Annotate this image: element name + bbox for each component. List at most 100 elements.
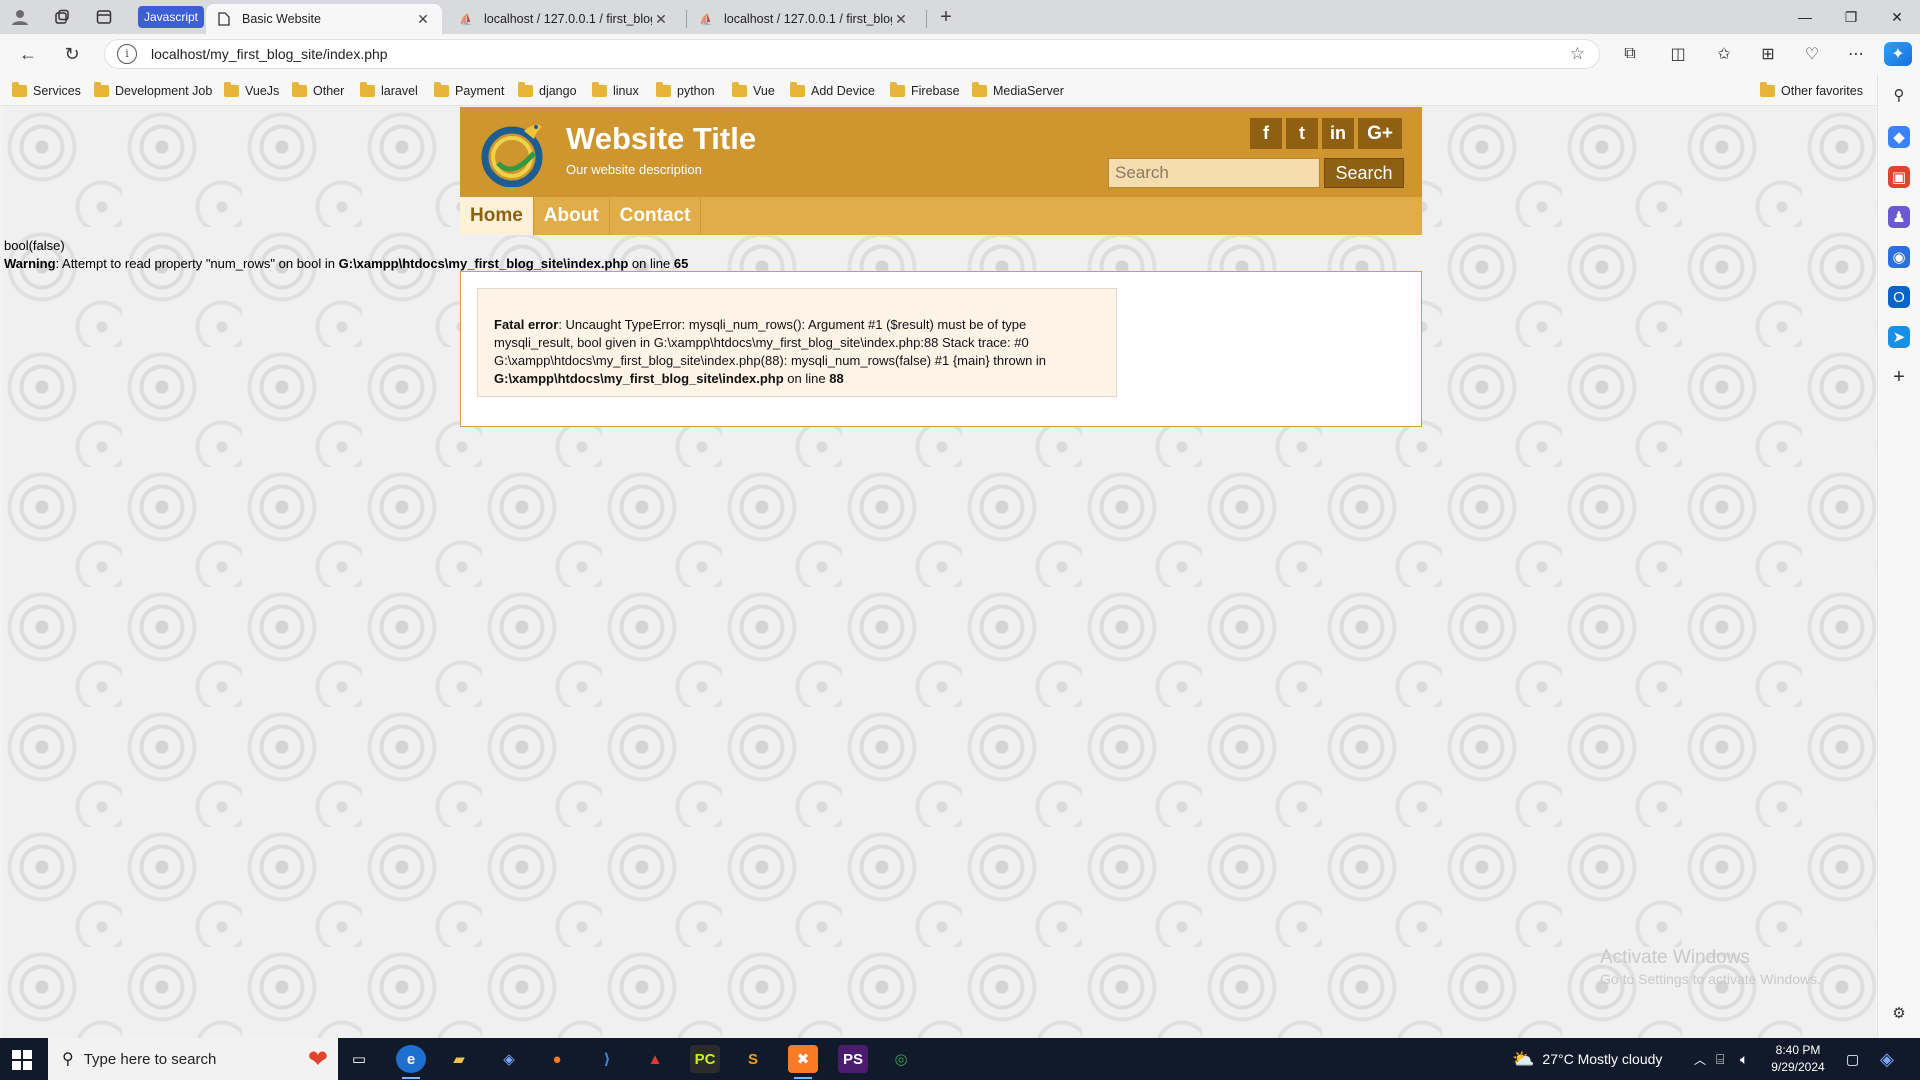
- bookmark-laravel[interactable]: laravel: [360, 82, 418, 100]
- weather-widget[interactable]: ⛅ 27°C Mostly cloudy: [1512, 1038, 1662, 1080]
- weather-text: 27°C Mostly cloudy: [1542, 1051, 1663, 1067]
- activate-windows-watermark: Activate Windows Go to Settings to activ…: [1600, 947, 1821, 987]
- collections-icon[interactable]: ⊞: [1754, 42, 1782, 66]
- tray-overflow-icon[interactable]: ︿: [1694, 1038, 1706, 1080]
- bookmark-vuejs[interactable]: VueJs: [224, 82, 279, 100]
- bookmarks-bar: Services Development Job VueJs Other lar…: [0, 74, 1920, 106]
- warning-line: 65: [673, 256, 689, 271]
- page-icon: [216, 11, 232, 27]
- nav-contact[interactable]: Contact: [610, 197, 702, 235]
- twitter-icon[interactable]: t: [1286, 118, 1318, 149]
- close-window-icon[interactable]: ✕: [1874, 0, 1920, 34]
- folder-icon: [890, 82, 905, 97]
- games-icon[interactable]: ♟: [1888, 206, 1910, 228]
- tab-actions-icon[interactable]: [92, 6, 116, 28]
- bookmark-services[interactable]: Services: [12, 82, 81, 100]
- bookmark-python[interactable]: python: [656, 82, 715, 100]
- bookmark-other[interactable]: Other: [292, 82, 344, 100]
- restore-icon[interactable]: ❐: [1828, 0, 1874, 34]
- php-output: bool(false) Warning: Attempt to read pro…: [4, 237, 688, 273]
- folder-icon: [12, 82, 27, 97]
- volume-icon[interactable]: 🔈︎: [1740, 1038, 1748, 1080]
- sidebar-settings-icon[interactable]: ⚙: [1888, 1002, 1910, 1024]
- sublime-icon[interactable]: S: [738, 1045, 768, 1073]
- edge-taskbar-icon[interactable]: e: [396, 1045, 426, 1079]
- split-screen-icon[interactable]: ◫: [1664, 42, 1692, 66]
- sidebar-search-icon[interactable]: ⚲: [1888, 84, 1910, 106]
- close-tab-icon[interactable]: ✕: [892, 11, 910, 28]
- tab-group-label[interactable]: Javascript: [138, 6, 205, 28]
- bookmark-vue[interactable]: Vue: [732, 82, 775, 100]
- profile-icon[interactable]: [8, 6, 32, 28]
- more-menu-icon[interactable]: ⋯: [1842, 42, 1870, 66]
- xampp-icon[interactable]: ✖: [788, 1045, 818, 1079]
- site-search-button[interactable]: Search: [1324, 158, 1404, 188]
- back-icon[interactable]: ←: [14, 42, 42, 66]
- vscode-icon[interactable]: ⟩: [592, 1045, 622, 1073]
- refresh-icon[interactable]: ↻: [58, 42, 86, 66]
- acrobat-icon[interactable]: ▲: [640, 1045, 670, 1073]
- browser-essentials-icon[interactable]: ♡: [1798, 42, 1826, 66]
- network-icon[interactable]: ⌸: [1716, 1038, 1724, 1080]
- close-tab-icon[interactable]: ✕: [652, 11, 670, 28]
- bookmark-django[interactable]: django: [518, 82, 577, 100]
- tools-icon[interactable]: ▣: [1888, 166, 1910, 188]
- send-icon[interactable]: ➤: [1888, 326, 1910, 348]
- file-explorer-icon[interactable]: ▰: [444, 1045, 474, 1073]
- close-tab-icon[interactable]: ✕: [414, 11, 432, 28]
- copilot-tray-icon[interactable]: ◈: [1880, 1038, 1894, 1080]
- nav-about[interactable]: About: [534, 197, 610, 235]
- favorite-star-icon[interactable]: ☆: [1570, 44, 1585, 64]
- shopping-tag-icon[interactable]: ◆: [1888, 126, 1910, 148]
- copilot-app-icon[interactable]: ◈: [494, 1045, 524, 1073]
- extensions-icon[interactable]: ⧉: [1616, 42, 1644, 66]
- nav-home[interactable]: Home: [460, 197, 534, 235]
- phpmyadmin-icon: ⛵: [459, 13, 473, 26]
- tab-phpmyadmin-2[interactable]: ⛵ localhost / 127.0.0.1 / first_blog_s ✕: [688, 4, 920, 34]
- tab-basic-website[interactable]: Basic Website ✕: [206, 4, 442, 34]
- firefox-icon[interactable]: ●: [542, 1045, 572, 1073]
- outlook-icon[interactable]: O: [1888, 286, 1910, 308]
- url-text[interactable]: localhost/my_first_blog_site/index.php: [151, 46, 388, 62]
- phpstorm-icon[interactable]: PS: [838, 1045, 868, 1073]
- taskbar-search[interactable]: ⚲ Type here to search ❤: [48, 1038, 338, 1080]
- linkedin-icon[interactable]: in: [1322, 118, 1354, 149]
- site-info-icon[interactable]: i: [117, 44, 137, 64]
- workspaces-icon[interactable]: [50, 6, 74, 28]
- folder-icon: [360, 82, 375, 97]
- search-icon: ⚲: [62, 1051, 74, 1068]
- new-tab-icon[interactable]: +: [934, 6, 958, 28]
- minimize-icon[interactable]: —: [1782, 0, 1828, 34]
- bookmark-mediaserver[interactable]: MediaServer: [972, 82, 1064, 100]
- task-view-icon[interactable]: ▭: [344, 1045, 374, 1073]
- notifications-icon[interactable]: ▢: [1846, 1038, 1859, 1080]
- add-sidebar-app-icon[interactable]: +: [1888, 366, 1910, 388]
- site-search-input[interactable]: Search: [1108, 158, 1320, 188]
- google-plus-icon[interactable]: G+: [1358, 118, 1402, 149]
- tab-phpmyadmin-1[interactable]: ⛵ localhost / 127.0.0.1 / first_blog_s ✕: [448, 4, 680, 34]
- bookmark-firebase[interactable]: Firebase: [890, 82, 960, 100]
- clock-time: 8:40 PM: [1775, 1043, 1821, 1057]
- phpmyadmin-icon: ⛵: [699, 13, 713, 26]
- address-bar[interactable]: i localhost/my_first_blog_site/index.php…: [104, 39, 1600, 69]
- bookmark-add-device[interactable]: Add Device: [790, 82, 875, 100]
- copilot-icon[interactable]: ✦: [1884, 42, 1912, 66]
- pycharm-icon[interactable]: PC: [690, 1045, 720, 1073]
- windows-start-icon[interactable]: [12, 1050, 32, 1070]
- site-container: Website Title Our website description f …: [460, 107, 1422, 235]
- bookmark-development-job[interactable]: Development Job: [94, 82, 212, 100]
- office-icon[interactable]: ◉: [1888, 246, 1910, 268]
- warning-text: : Attempt to read property "num_rows" on…: [55, 256, 339, 271]
- facebook-icon[interactable]: f: [1250, 118, 1282, 149]
- fatal-error-file: G:\xampp\htdocs\my_first_blog_site\index…: [494, 371, 784, 386]
- search-highlight-icon: ❤: [307, 1045, 328, 1073]
- chrome-icon[interactable]: ◎: [886, 1045, 916, 1073]
- bookmark-payment[interactable]: Payment: [434, 82, 504, 100]
- bookmark-other-favorites[interactable]: Other favorites: [1760, 82, 1863, 100]
- bookmark-linux[interactable]: linux: [592, 82, 639, 100]
- taskbar-clock[interactable]: 8:40 PM 9/29/2024: [1756, 1042, 1840, 1076]
- folder-icon: [732, 82, 747, 97]
- site-logo: [481, 124, 543, 187]
- favorites-icon[interactable]: ✩: [1710, 42, 1738, 66]
- folder-icon: [224, 82, 239, 97]
